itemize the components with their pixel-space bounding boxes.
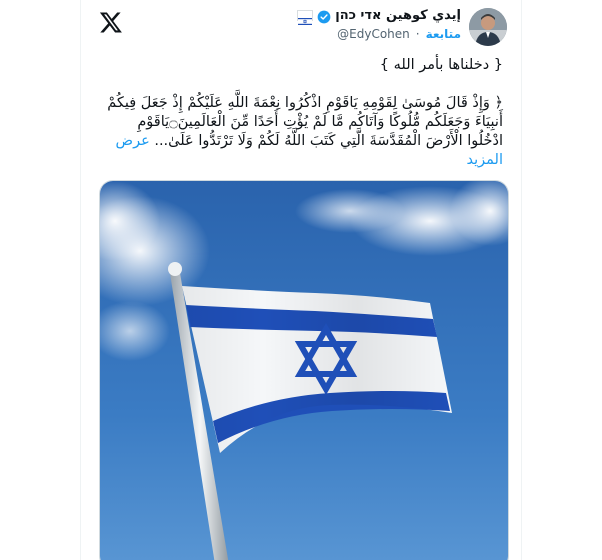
user-info: إيدي كوهين אדי כהן متابعة · @EdyCohen [297, 8, 461, 41]
tweet-line-2: ﴿ وَإِذْ قَالَ مُوسَىٰ لِقَوْمِهِ يَاقَو… [107, 95, 503, 149]
tweet-line-1: { دخلناها بأمر الله } [379, 57, 503, 73]
israel-flag-image[interactable] [99, 180, 509, 560]
user-handle[interactable]: @EdyCohen [337, 27, 410, 41]
tweet-text: { دخلناها بأمر الله } ﴿ وَإِذْ قَالَ مُو… [99, 56, 503, 170]
tweet-card: إيدي كوهين אדי כהן متابعة · @EdyCohen {… [80, 0, 522, 560]
tweet-quran-text: ﴿ وَإِذْ قَالَ مُوسَىٰ لِقَوْمِهِ يَاقَو… [99, 94, 503, 170]
follow-button[interactable]: متابعة [426, 27, 461, 41]
verified-badge-icon [317, 9, 331, 23]
separator-dot: · [415, 27, 420, 41]
display-name[interactable]: إيدي كوهين אדי כהן [335, 8, 461, 23]
avatar[interactable] [469, 8, 507, 46]
israel-flag-icon [297, 10, 314, 26]
x-logo-icon[interactable] [99, 10, 123, 34]
